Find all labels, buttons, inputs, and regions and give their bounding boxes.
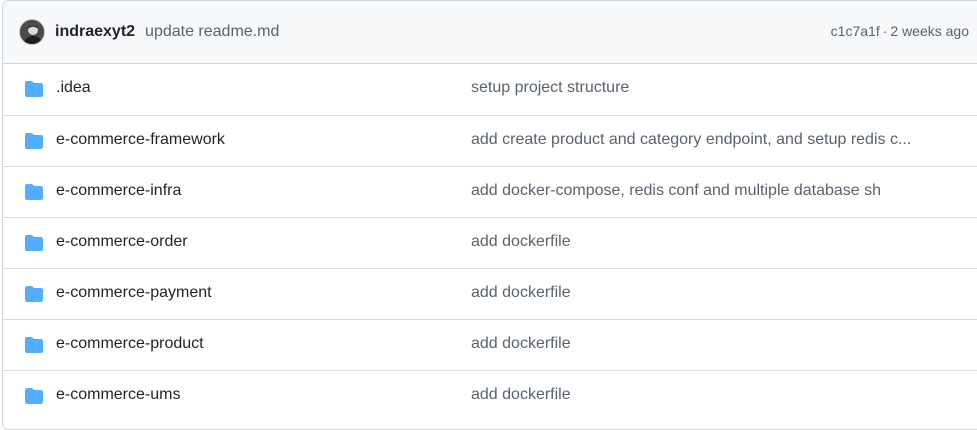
commit-time[interactable]: 2 weeks ago — [890, 23, 969, 39]
file-name-link[interactable]: e-commerce-payment — [56, 284, 212, 302]
file-name-link[interactable]: e-commerce-ums — [56, 386, 180, 404]
file-row[interactable]: e-commerce-infra add docker-compose, redi… — [3, 166, 977, 217]
file-name-link[interactable]: e-commerce-order — [56, 233, 188, 251]
file-commit-message-link[interactable]: add dockerfile — [471, 386, 953, 404]
latest-commit-header: indraexyt2 update readme.md c1c7a1f · 2 we… — [3, 1, 977, 64]
commit-meta: c1c7a1f · 2 weeks ago — [831, 23, 969, 39]
meta-separator: · — [882, 23, 888, 39]
file-row[interactable]: e-commerce-framework add create product a… — [3, 115, 977, 166]
file-browser: indraexyt2 update readme.md c1c7a1f · 2 we… — [2, 0, 977, 430]
file-row[interactable]: e-commerce-product add dockerfile — [3, 319, 977, 370]
commit-sha[interactable]: c1c7a1f — [831, 23, 880, 39]
file-row[interactable]: e-commerce-order add dockerfile — [3, 217, 977, 268]
file-row[interactable]: e-commerce-ums add dockerfile — [3, 370, 977, 421]
file-commit-message-link[interactable]: add dockerfile — [471, 284, 953, 302]
folder-icon — [25, 81, 43, 97]
file-commit-message-link[interactable]: add dockerfile — [471, 233, 953, 251]
commit-author[interactable]: indraexyt2 — [55, 23, 135, 41]
file-commit-message-link[interactable]: add dockerfile — [471, 335, 953, 353]
folder-icon — [25, 235, 43, 251]
file-row[interactable]: e-commerce-payment add dockerfile — [3, 268, 977, 319]
folder-icon — [25, 388, 43, 404]
folder-icon — [25, 184, 43, 200]
file-name-link[interactable]: .idea — [56, 79, 91, 97]
file-name-link[interactable]: e-commerce-framework — [56, 131, 225, 149]
author-avatar[interactable] — [19, 19, 45, 45]
file-name-link[interactable]: e-commerce-infra — [56, 182, 181, 200]
file-commit-message-link[interactable]: add create product and category endpoint… — [471, 131, 953, 149]
folder-icon — [25, 286, 43, 302]
file-commit-message-link[interactable]: setup project structure — [471, 79, 953, 97]
file-list: .idea setup project structure e-commerce-f… — [3, 64, 977, 421]
commit-message[interactable]: update readme.md — [145, 23, 279, 41]
file-commit-message-link[interactable]: add docker-compose, redis conf and multi… — [471, 182, 953, 200]
file-name-link[interactable]: e-commerce-product — [56, 335, 204, 353]
file-row[interactable]: .idea setup project structure — [3, 64, 977, 115]
folder-icon — [25, 133, 43, 149]
folder-icon — [25, 337, 43, 353]
